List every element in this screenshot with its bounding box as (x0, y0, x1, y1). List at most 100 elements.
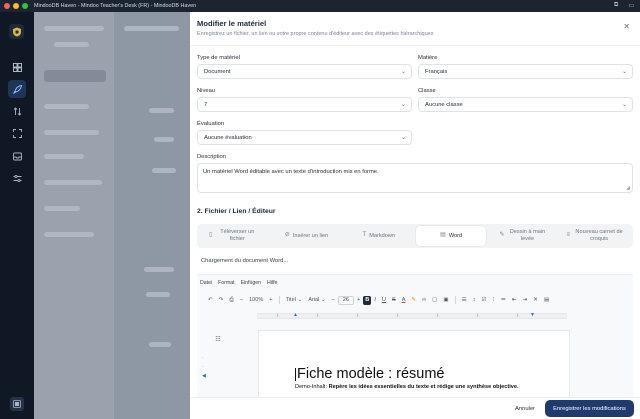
sidebar-toggle-icon[interactable]: ▭ (628, 2, 634, 9)
insert-link-icon[interactable]: ∞ (419, 297, 429, 303)
tab-insert-link[interactable]: ⊘ Insérer un lien (271, 226, 341, 246)
background-placeholder (146, 292, 170, 297)
zoom-out-icon[interactable]: – (237, 297, 246, 303)
description-value: Un matériel Word éditable avec un texte … (203, 169, 379, 175)
transfer-icon[interactable] (8, 102, 26, 120)
sketchbook-icon: ≡ (566, 232, 571, 239)
numbered-list-icon[interactable]: ≔ (497, 297, 509, 303)
tab-label: Dessin à main levée (509, 229, 546, 242)
maximize-window-button[interactable] (22, 3, 28, 9)
ruler-tick (357, 314, 358, 317)
level-label: Niveau (197, 88, 216, 94)
zoom-level[interactable]: 100% (246, 297, 266, 303)
background-placeholder (154, 137, 174, 142)
minimize-window-button[interactable] (13, 3, 19, 9)
print-icon[interactable]: ⎙ (226, 297, 236, 304)
menu-item-datei[interactable]: Datei (200, 280, 212, 286)
line-spacing-icon[interactable]: ↕ (470, 297, 479, 303)
underline-icon[interactable]: U (379, 297, 389, 303)
bulleted-list-icon[interactable]: ⁝ (490, 297, 498, 303)
document-paragraph[interactable]: Demo-Inhalt: Repère les idées essentiell… (295, 384, 519, 390)
link-icon: ⊘ (284, 232, 290, 239)
font-size-increase-icon[interactable]: + (354, 297, 363, 303)
document-heading-text: Fiche modèle : résumé (297, 366, 445, 382)
level-select[interactable]: 7 ⌄ (197, 97, 412, 112)
description-label: Description (197, 154, 226, 160)
user-panel-icon[interactable] (10, 397, 24, 411)
ruler-tick (397, 314, 398, 317)
tab-new-sketchbook[interactable]: ≡ Nouveau carnet de croquis (561, 226, 631, 246)
open-external-icon[interactable]: ⧉ (614, 2, 618, 9)
font-family-select[interactable]: Arial ⌄ (305, 297, 328, 303)
text-color-icon[interactable]: A (399, 297, 409, 303)
description-textarea[interactable]: Un matériel Word éditable avec un texte … (197, 163, 633, 193)
zoom-in-icon[interactable]: + (266, 297, 275, 303)
menu-item-einfuegen[interactable]: Einfügen (241, 280, 261, 286)
highlight-icon[interactable]: ✎ (408, 297, 419, 303)
tab-markdown[interactable]: T Markdown (344, 226, 414, 246)
type-select[interactable]: Document ⌄ (197, 64, 412, 79)
evaluation-label: Évaluation (197, 121, 225, 127)
checklist-icon[interactable]: ☑ (479, 297, 490, 303)
indent-increase-icon[interactable]: ⇥ (520, 297, 531, 303)
align-icon[interactable]: ☰ (459, 297, 470, 303)
chevron-down-icon: ⌄ (400, 135, 406, 141)
tab-freehand-drawing[interactable]: ✎ Dessin à main levée (488, 226, 558, 246)
class-select[interactable]: Aucune classe ⌄ (418, 97, 633, 112)
dashboard-icon[interactable] (8, 58, 26, 76)
edit-material-dialog: Modifier le matériel Enregistrez un fich… (190, 12, 640, 419)
class-label: Classe (418, 88, 436, 94)
evaluation-select[interactable]: Aucune évaluation ⌄ (197, 130, 412, 145)
add-comment-icon[interactable]: ▤ (541, 297, 552, 303)
text-caret (295, 367, 296, 381)
clear-formatting-icon[interactable]: ✕ (530, 297, 541, 303)
close-window-button[interactable] (4, 3, 10, 9)
tab-upload-file[interactable]: ▯ Téléverser un fichier (199, 226, 269, 246)
chevron-down-icon: ⌄ (621, 102, 627, 108)
vertical-indent-marker-icon: ◀ (202, 373, 206, 379)
background-placeholder (149, 342, 171, 347)
dialog-footer: Annuler Enregistrer les modifications (190, 397, 640, 419)
dialog-title: Modifier le matériel (197, 19, 267, 28)
scan-icon[interactable] (8, 124, 26, 142)
close-icon[interactable]: ✕ (623, 22, 630, 31)
inbox-icon[interactable] (8, 147, 26, 165)
cancel-button[interactable]: Annuler (509, 402, 541, 416)
save-changes-button[interactable]: Enregistrer les modifications (545, 400, 634, 417)
indent-decrease-icon[interactable]: ⇤ (509, 297, 520, 303)
document-icon: ▤ (440, 232, 446, 239)
tab-word[interactable]: ▤ Word (415, 226, 487, 246)
tab-label: Nouveau carnet de croquis (575, 229, 623, 242)
strikethrough-icon[interactable]: S (389, 297, 399, 303)
image-icon[interactable]: ▣ (440, 297, 451, 303)
left-indent-marker-icon[interactable]: ▲ (293, 312, 298, 318)
margin-marker: · (202, 364, 204, 370)
undo-icon[interactable]: ↶ (205, 297, 216, 303)
editor-toolbar: ↶ ↷ ⎙ – 100% + Titel ⌄ Arial ⌄ – 26 + B … (197, 292, 633, 308)
menu-item-hilfe[interactable]: Hilfe (267, 280, 277, 286)
dialog-subtitle: Enregistrez un fichier, un lien ou votre… (197, 31, 434, 37)
italic-icon[interactable]: I (371, 297, 379, 303)
pencil-icon: ✎ (499, 232, 505, 239)
window-titlebar: MindooDB Haven - Mindoo Teacher's Desk (… (0, 0, 640, 12)
tab-label: Word (448, 232, 463, 239)
class-select-value: Aucune classe (425, 101, 463, 108)
font-size-input[interactable]: 26 (337, 295, 355, 305)
settings-sliders-icon[interactable] (8, 169, 26, 187)
ruler-tick (517, 314, 518, 317)
tab-label: Insérer un lien (292, 232, 329, 239)
document-heading[interactable]: Fiche modèle : résumé (295, 366, 444, 382)
logo-icon[interactable] (9, 24, 24, 39)
document-outline-icon[interactable]: ☷ (212, 334, 224, 345)
resize-handle-icon[interactable]: ◢ (626, 185, 630, 191)
menu-item-format[interactable]: Format (218, 280, 234, 286)
font-size-decrease-icon[interactable]: – (329, 297, 338, 303)
subject-select[interactable]: Français ⌄ (418, 64, 633, 79)
right-indent-marker-icon[interactable]: ▼ (530, 312, 535, 318)
window-title: MindooDB Haven - Mindoo Teacher's Desk (… (34, 3, 197, 9)
paragraph-style-select[interactable]: Titel ⌄ (283, 297, 306, 303)
bold-icon[interactable]: B (363, 295, 372, 305)
comment-icon[interactable]: ▢ (429, 297, 440, 303)
rocket-icon[interactable] (8, 80, 26, 98)
redo-icon[interactable]: ↷ (216, 297, 227, 303)
